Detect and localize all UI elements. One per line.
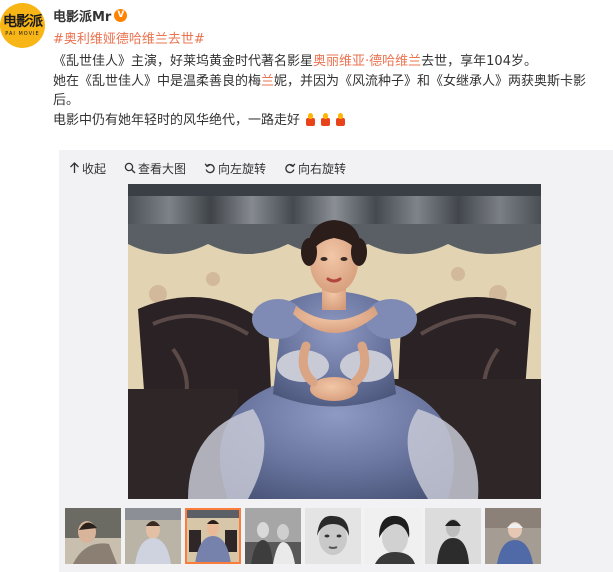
username-link[interactable]: 电影派Mr bbox=[53, 6, 111, 25]
user-row: 电影派Mr V bbox=[53, 6, 128, 25]
thumbnail-7[interactable] bbox=[425, 508, 481, 564]
rotate-left-icon bbox=[204, 163, 215, 174]
collapse-button[interactable]: 收起 bbox=[69, 160, 106, 177]
thumbnail-5[interactable] bbox=[305, 508, 361, 564]
rotate-left-label: 向左旋转 bbox=[218, 161, 267, 176]
avatar-logo-subtext: PAI MOVIE bbox=[5, 30, 40, 37]
view-large-button[interactable]: 查看大图 bbox=[124, 160, 186, 177]
thumbnail-6[interactable] bbox=[365, 508, 421, 564]
post-line-1-post: 去世，享年104岁。 bbox=[421, 54, 537, 69]
post-line-2-pre: 她在《乱世佳人》中是温柔善良的梅 bbox=[53, 73, 262, 89]
thumbnail-8[interactable] bbox=[485, 508, 541, 564]
verified-badge-icon[interactable]: V bbox=[114, 8, 128, 22]
avatar[interactable]: 电影派 PAI MOVIE bbox=[0, 3, 45, 48]
candle-emoji-icon bbox=[304, 112, 317, 126]
main-photo[interactable] bbox=[128, 184, 541, 499]
post-line-1: 《乱世佳人》主演，好莱坞黄金时代著名影星奥丽维亚·德哈维兰去世，享年104岁。 bbox=[53, 52, 605, 72]
portrait-photo bbox=[128, 184, 541, 499]
rotate-right-button[interactable]: 向右旋转 bbox=[284, 160, 346, 177]
post-line-2: 她在《乱世佳人》中是温柔善良的梅兰妮，并因为《风流种子》和《女继承人》两获奥斯卡… bbox=[53, 72, 605, 111]
candle-emoji-icon bbox=[334, 112, 347, 126]
rotate-right-icon bbox=[285, 163, 296, 174]
post-line-3-text: 电影中仍有她年轻时的风华绝代，一路走好 bbox=[53, 112, 301, 128]
view-large-label: 查看大图 bbox=[138, 161, 187, 176]
actress-name-link[interactable]: 奥丽维亚·德哈维兰 bbox=[313, 54, 421, 69]
arrow-up-icon bbox=[70, 162, 79, 173]
post-line-3: 电影中仍有她年轻时的风华绝代，一路走好 bbox=[53, 111, 605, 131]
avatar-logo-text: 电影派 bbox=[3, 13, 43, 30]
thumbnail-3-selected[interactable] bbox=[185, 508, 241, 564]
highlight-lan[interactable]: 兰 bbox=[261, 74, 274, 89]
thumbnail-strip bbox=[65, 508, 613, 572]
thumbnail-4[interactable] bbox=[245, 508, 301, 564]
rotate-right-label: 向右旋转 bbox=[298, 161, 347, 176]
post-line-1-pre: 《乱世佳人》主演，好莱坞黄金时代著名影星 bbox=[53, 54, 314, 69]
media-toolbar: 收起 查看大图 向左旋转 向右旋转 bbox=[69, 159, 364, 177]
thumbnail-2[interactable] bbox=[125, 508, 181, 564]
thumbnail-1[interactable] bbox=[65, 508, 121, 564]
candle-emoji-icon bbox=[319, 112, 332, 126]
rotate-left-button[interactable]: 向左旋转 bbox=[204, 160, 266, 177]
hashtag-link[interactable]: #奥利维娅德哈维兰去世# bbox=[53, 31, 205, 49]
search-icon bbox=[124, 162, 136, 174]
post-text: 《乱世佳人》主演，好莱坞黄金时代著名影星奥丽维亚·德哈维兰去世，享年104岁。 … bbox=[53, 52, 605, 130]
collapse-label: 收起 bbox=[82, 161, 107, 176]
media-panel: 收起 查看大图 向左旋转 向右旋转 bbox=[59, 150, 613, 572]
